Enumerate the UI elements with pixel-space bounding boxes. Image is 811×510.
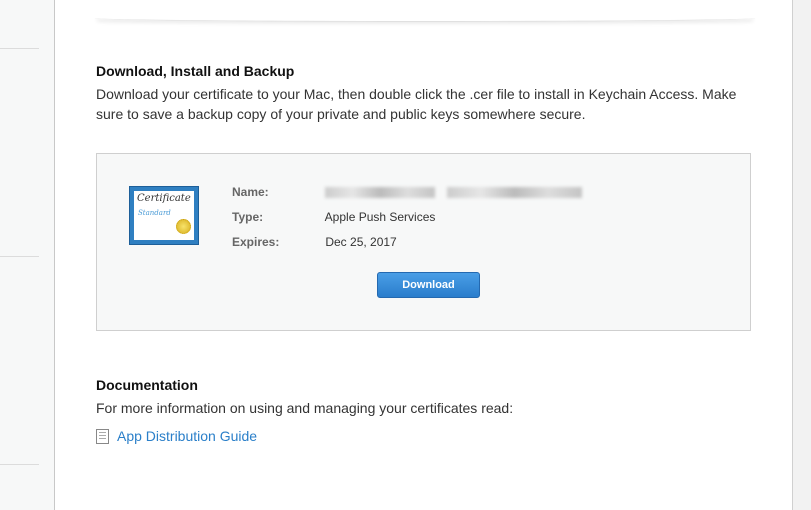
- sidebar-divider: [0, 464, 39, 465]
- name-value-redacted: [446, 187, 582, 199]
- certificate-icon-subtext: Standard: [138, 209, 171, 217]
- certificate-panel: Certificate Standard Name: Type: Apple P…: [96, 153, 751, 331]
- seal-icon: [176, 219, 191, 234]
- app-distribution-guide-link[interactable]: App Distribution Guide: [96, 428, 257, 444]
- type-label: Type:: [232, 210, 264, 224]
- document-icon: [96, 428, 109, 444]
- download-button[interactable]: Download: [377, 272, 480, 298]
- download-section-title: Download, Install and Backup: [96, 63, 295, 79]
- certificate-icon: Certificate Standard: [129, 186, 199, 245]
- name-label: Name:: [232, 185, 269, 199]
- name-value-redacted: [325, 187, 436, 199]
- sidebar: [0, 0, 55, 510]
- expires-label: Expires:: [232, 235, 280, 249]
- sidebar-divider: [0, 48, 39, 49]
- documentation-title: Documentation: [96, 377, 198, 393]
- certificate-icon-text: Certificate: [137, 193, 191, 204]
- documentation-description: For more information on using and managi…: [96, 400, 514, 416]
- right-gutter: [792, 0, 811, 510]
- section-divider: [95, 14, 755, 22]
- name-row: Name:: [232, 185, 582, 199]
- sidebar-divider: [0, 256, 39, 257]
- expires-row: Expires: Dec 25, 2017: [232, 235, 397, 249]
- expires-value: Dec 25, 2017: [325, 235, 397, 249]
- type-row: Type: Apple Push Services: [232, 210, 435, 224]
- link-label[interactable]: App Distribution Guide: [117, 428, 257, 444]
- type-value: Apple Push Services: [324, 210, 436, 224]
- download-section-description: Download your certificate to your Mac, t…: [96, 86, 737, 122]
